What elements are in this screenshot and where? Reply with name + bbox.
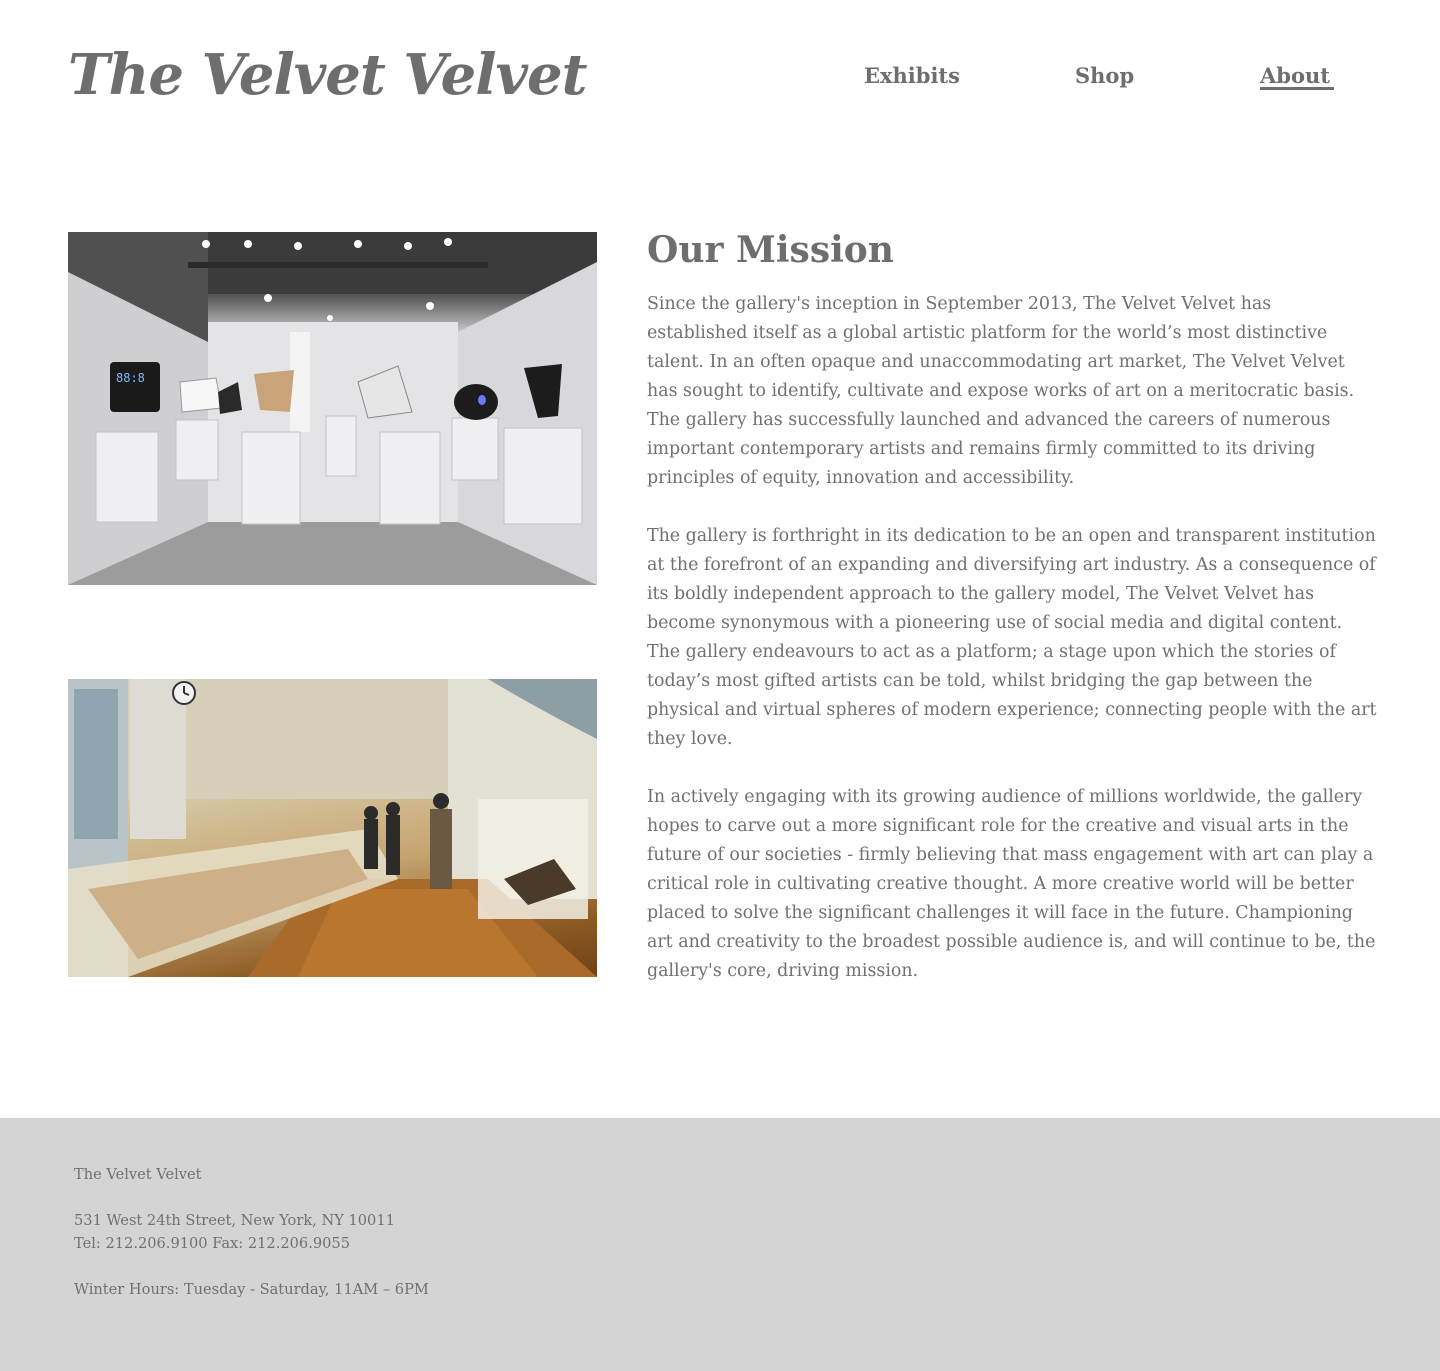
mission-title: Our Mission bbox=[647, 229, 894, 271]
svg-text:88:8: 88:8 bbox=[116, 371, 145, 385]
mission-paragraph-2: The gallery is forthright in its dedicat… bbox=[647, 526, 1377, 749]
nav-about-label: About bbox=[1260, 63, 1330, 88]
footer-phone-fax: Tel: 212.206.9100 Fax: 212.206.9055 bbox=[74, 1235, 350, 1252]
nav-about-link[interactable]: About bbox=[1260, 60, 1334, 92]
footer-hours: Winter Hours: Tuesday - Saturday, 11AM –… bbox=[74, 1281, 429, 1298]
site-header: The Velvet Velvet Exhibits Shop About bbox=[0, 0, 1440, 150]
mission-section: Our Mission Since the gallery's inceptio… bbox=[647, 228, 1377, 981]
site-logo[interactable]: The Velvet Velvet bbox=[68, 40, 587, 110]
gallery-exhibition-photo: 88:8 bbox=[68, 232, 597, 585]
mission-paragraph-1: Since the gallery's inception in Septemb… bbox=[647, 294, 1355, 488]
footer-gallery-name: The Velvet Velvet bbox=[74, 1166, 202, 1183]
nav-shop-link[interactable]: Shop bbox=[1075, 60, 1134, 92]
active-nav-underline bbox=[1260, 87, 1334, 90]
footer-address: 531 West 24th Street, New York, NY 10011 bbox=[74, 1212, 395, 1229]
museum-display-photo bbox=[68, 679, 597, 977]
mission-paragraph-3: In actively engaging with its growing au… bbox=[647, 787, 1376, 981]
site-footer: The Velvet Velvet 531 West 24th Street, … bbox=[0, 1118, 1440, 1371]
nav-exhibits-link[interactable]: Exhibits bbox=[864, 60, 960, 92]
